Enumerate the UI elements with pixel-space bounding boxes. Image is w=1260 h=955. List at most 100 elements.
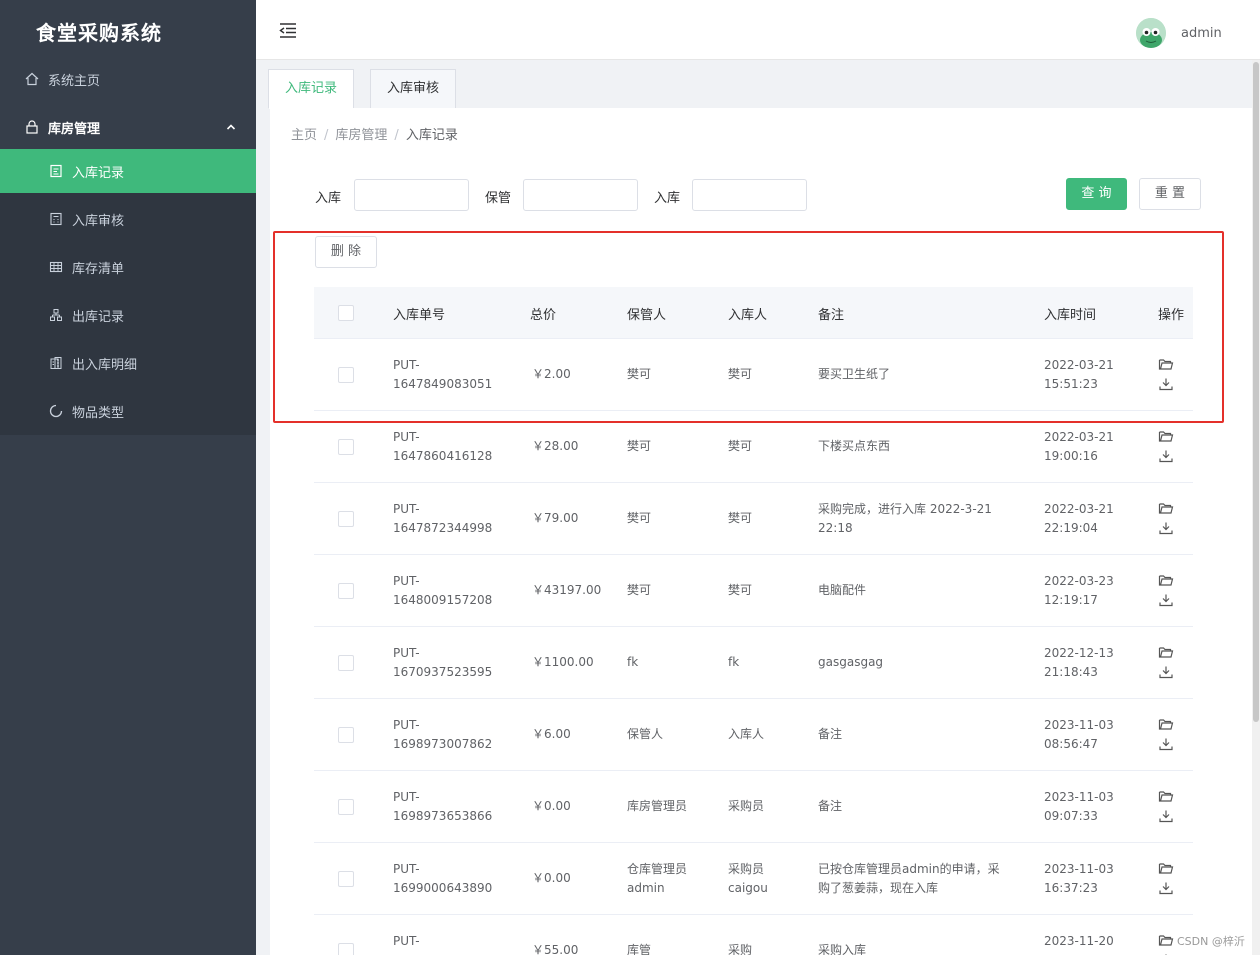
table-row[interactable]: PUT- 1647849083051 ￥2.00 樊可 樊可 要买卫生纸了 2022-03-… <box>314 339 1193 411</box>
row-checkbox[interactable] <box>338 727 354 743</box>
column-header-keeper[interactable]: 保管人 <box>627 304 666 323</box>
cell-inputter: 樊可 <box>728 581 752 600</box>
search-input-inbound-2[interactable] <box>692 179 807 211</box>
column-header-id[interactable]: 入库单号 <box>393 304 445 323</box>
reset-button[interactable]: 重 置 <box>1139 178 1201 210</box>
cell-inputter: fk <box>728 653 739 672</box>
cell-id-line: 1647849083051 <box>393 377 493 391</box>
column-header-note[interactable]: 备注 <box>818 304 844 323</box>
download-icon[interactable] <box>1158 665 1174 681</box>
folder-open-icon[interactable] <box>1158 573 1174 589</box>
cell-id-line: 1647860416128 <box>393 449 493 463</box>
search-input-inbound[interactable] <box>354 179 469 211</box>
row-checkbox[interactable] <box>338 655 354 671</box>
sidebar-item-inbound-records[interactable]: 入库记录 <box>0 149 256 193</box>
cell-time: 2023-11-03 16:37:23 <box>1044 860 1114 898</box>
sidebar-item-home[interactable]: 系统主页 <box>0 57 256 101</box>
row-checkbox[interactable] <box>338 799 354 815</box>
menu-collapse-icon[interactable] <box>278 20 298 40</box>
folder-open-icon[interactable] <box>1158 717 1174 733</box>
cell-time: 2022-03-21 19:00:16 <box>1044 428 1114 466</box>
sidebar-item-inventory[interactable]: 库存清单 <box>0 245 256 289</box>
cell-inputter: 入库人 <box>728 725 764 744</box>
breadcrumb-current: 入库记录 <box>405 128 458 143</box>
download-icon[interactable] <box>1158 809 1174 825</box>
table-row[interactable]: PUT- 1699000643890 ￥0.00 仓库管理员 admin 采购员 caigo… <box>314 843 1193 915</box>
cell-id-line: PUT- <box>393 358 420 372</box>
cell-keeper: 仓库管理员 admin <box>627 860 687 898</box>
cell-time-line: 2022-03-21 <box>1044 430 1114 444</box>
cell-keeper-line: 仓库管理员 <box>627 862 688 876</box>
cell-keeper-line: 樊可 <box>627 367 652 381</box>
select-all-checkbox[interactable] <box>338 305 354 321</box>
folder-open-icon[interactable] <box>1158 357 1174 373</box>
column-header-price[interactable]: 总价 <box>530 304 556 323</box>
table-row[interactable]: PUT- ￥55.00 库管 采购 采购入库 2023-11-20 <box>314 915 1193 955</box>
cell-keeper: 保管人 <box>627 725 663 744</box>
tab-inbound-records[interactable]: 入库记录 <box>268 69 355 109</box>
row-checkbox[interactable] <box>338 439 354 455</box>
cell-note-line: 电脑配件 <box>818 583 867 597</box>
cell-time-line: 2023-11-20 <box>1044 934 1114 948</box>
cell-price: ￥28.00 <box>532 437 578 456</box>
table-row[interactable]: PUT- 1647860416128 ￥28.00 樊可 樊可 下楼买点东西 2022-03… <box>314 411 1193 483</box>
download-icon[interactable] <box>1158 449 1174 465</box>
username[interactable]: admin <box>1181 26 1222 41</box>
sidebar-item-inbound-review[interactable]: 入库审核 <box>0 197 256 241</box>
table-row[interactable]: PUT- 1698973653866 ￥0.00 库房管理员 采购员 备注 2023-11-… <box>314 771 1193 843</box>
tab-inbound-review[interactable]: 入库审核 <box>370 69 457 109</box>
grid-icon <box>48 259 64 275</box>
download-icon[interactable] <box>1158 593 1174 609</box>
cell-id: PUT- 1647849083051 <box>393 356 492 394</box>
folder-open-icon[interactable] <box>1158 789 1174 805</box>
cell-time: 2023-11-20 <box>1044 932 1114 951</box>
folder-open-icon[interactable] <box>1158 429 1174 445</box>
cell-id-line: 1648009157208 <box>393 593 493 607</box>
breadcrumb: 主页 / 库房管理 / 入库记录 <box>291 124 458 143</box>
folder-open-icon[interactable] <box>1158 933 1174 949</box>
delete-button[interactable]: 删 除 <box>315 236 377 268</box>
table-row[interactable]: PUT- 1698973007862 ￥6.00 保管人 入库人 备注 2023-11-03… <box>314 699 1193 771</box>
cell-note-line: gasgasgag <box>818 655 884 669</box>
breadcrumb-warehouse[interactable]: 库房管理 <box>335 128 387 143</box>
sidebar-item-label: 入库审核 <box>72 213 125 229</box>
cell-note: 采购完成，进行入库 2022-3-21 22:18 <box>818 500 992 538</box>
sidebar-item-outbound-records[interactable]: 出库记录 <box>0 293 256 337</box>
download-icon[interactable] <box>1158 521 1174 537</box>
row-checkbox[interactable] <box>338 583 354 599</box>
row-checkbox[interactable] <box>338 943 354 955</box>
sidebar-item-label: 出库记录 <box>72 309 125 325</box>
sidebar-item-warehouse[interactable]: 库房管理 <box>0 105 256 149</box>
breadcrumb-home[interactable]: 主页 <box>291 128 317 143</box>
folder-open-icon[interactable] <box>1158 861 1174 877</box>
query-button[interactable]: 查 询 <box>1066 178 1127 210</box>
folder-open-icon[interactable] <box>1158 501 1174 517</box>
download-icon[interactable] <box>1158 377 1174 393</box>
row-checkbox[interactable] <box>338 367 354 383</box>
table-row[interactable]: PUT- 1647872344998 ￥79.00 樊可 樊可 采购完成，进行入库 202… <box>314 483 1193 555</box>
avatar[interactable] <box>1136 18 1166 48</box>
sidebar-item-item-types[interactable]: 物品类型 <box>0 389 256 433</box>
download-icon[interactable] <box>1158 881 1174 897</box>
column-header-inputter[interactable]: 入库人 <box>728 304 767 323</box>
cell-time-line: 2023-11-03 <box>1044 718 1114 732</box>
cell-price: ￥6.00 <box>532 725 571 744</box>
table-row[interactable]: PUT- 1648009157208 ￥43197.00 樊可 樊可 电脑配件 2022-0… <box>314 555 1193 627</box>
cell-time-line: 2023-11-03 <box>1044 790 1114 804</box>
cell-keeper-line: fk <box>627 655 639 669</box>
scrollbar-thumb[interactable] <box>1253 62 1259 722</box>
row-checkbox[interactable] <box>338 511 354 527</box>
table-row[interactable]: PUT- 1670937523595 ￥1100.00 fk fk gasgasgag 20… <box>314 627 1193 699</box>
cell-price-line: ￥0.00 <box>532 871 571 885</box>
row-checkbox[interactable] <box>338 871 354 887</box>
cell-inputter: 樊可 <box>728 365 752 384</box>
cell-price-line: ￥43197.00 <box>532 583 602 597</box>
sidebar-item-inout-details[interactable]: 出入库明细 <box>0 341 256 385</box>
folder-open-icon[interactable] <box>1158 645 1174 661</box>
download-icon[interactable] <box>1158 737 1174 753</box>
search-input-keeper[interactable] <box>523 179 638 211</box>
cell-note-line: 要买卫生纸了 <box>818 367 891 381</box>
cell-id: PUT- 1647860416128 <box>393 428 492 466</box>
column-header-time[interactable]: 入库时间 <box>1044 304 1096 323</box>
sidebar-item-label: 物品类型 <box>72 405 125 421</box>
